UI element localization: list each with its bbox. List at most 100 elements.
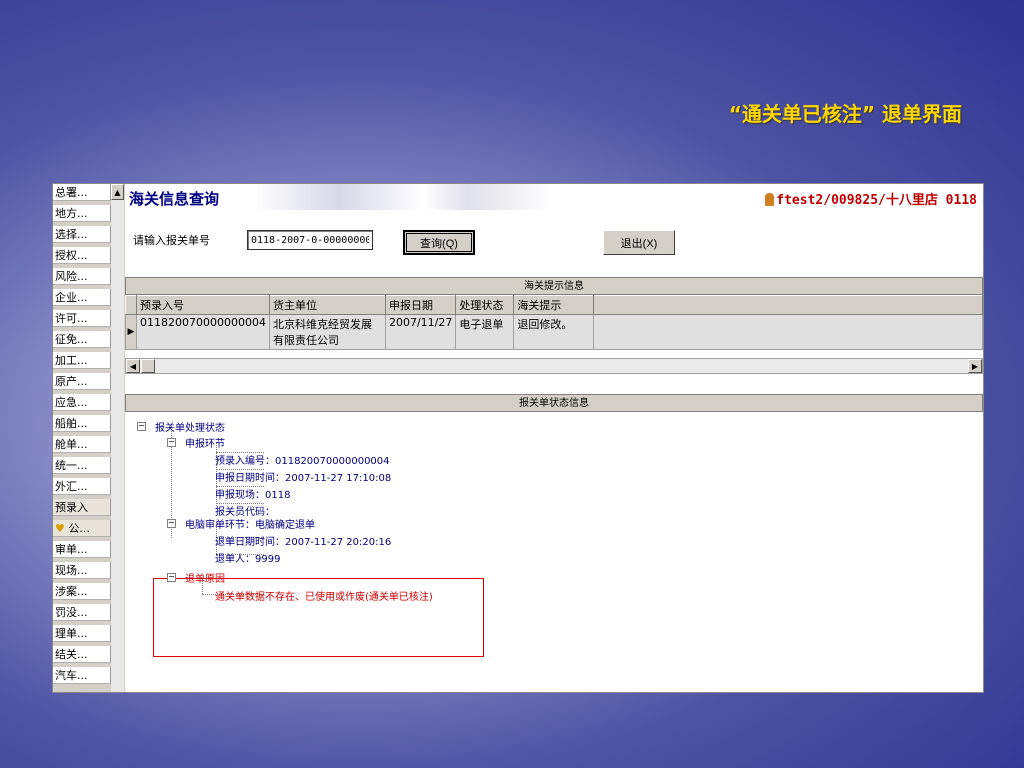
sidebar-item-label: 汽车... (55, 669, 88, 682)
tree-leaf[interactable]: 预录入编号：011820070000000004 (215, 452, 390, 467)
table-row[interactable]: ▶ 011820070000000004 北京科维克经贸发展有限责任公司 200… (125, 314, 983, 350)
sidebar-item[interactable]: 船舶... (53, 415, 111, 432)
tree-leaf[interactable]: 退单日期时间：2007-11-27 20:20:16 (215, 533, 391, 548)
sidebar-item-label: 授权... (55, 249, 88, 262)
scroll-thumb[interactable] (141, 359, 155, 373)
sidebar-item-label: 预录入 (55, 501, 88, 514)
sidebar-item-label: 船舶... (55, 417, 88, 430)
sidebar-item[interactable]: 外汇... (53, 478, 111, 495)
sidebar-item-label: 罚没... (55, 606, 88, 619)
sidebar-item-label: 审单... (55, 543, 88, 556)
query-button[interactable]: 查询(Q) (403, 230, 475, 255)
tree-leaf[interactable]: 退单人：9999 (215, 550, 280, 565)
sidebar-item[interactable]: 许可... (53, 310, 111, 327)
status-section-header: 报关单状态信息 (125, 394, 983, 412)
scroll-left-icon[interactable]: ◀ (126, 359, 140, 373)
sidebar-item-label: 结关... (55, 648, 88, 661)
sidebar-item[interactable]: 统一... (53, 457, 111, 474)
scroll-up-button[interactable]: ▲ (111, 184, 124, 200)
exit-button[interactable]: 退出(X) (603, 230, 675, 255)
table-cell[interactable]: 退回修改。 (513, 314, 595, 350)
tree-leaf[interactable]: 申报日期时间：2007-11-27 17:10:08 (215, 469, 391, 484)
table-cell[interactable]: 北京科维克经贸发展有限责任公司 (268, 314, 386, 350)
sidebar-item-label: 加工... (55, 354, 88, 367)
sidebar-item[interactable]: 现场... (53, 562, 111, 579)
table-cell[interactable]: 电子退单 (455, 314, 515, 350)
row-indicator-header (125, 295, 137, 315)
app-screenshot: 总署... 地方... 选择... 授权... 风险... 企业... 许可... 征免...… (52, 183, 984, 693)
table-cell[interactable]: 2007/11/27 (384, 314, 457, 350)
sidebar-item-label: 外汇... (55, 480, 88, 493)
status-tree: − 报关单处理状态 − 申报环节 预录入编号：01182007000000000… (125, 414, 983, 692)
sidebar-item[interactable]: ♥ 公... (53, 520, 111, 537)
declaration-number-input[interactable] (247, 230, 373, 250)
hint-section-header: 海关提示信息 (125, 277, 983, 295)
column-header[interactable]: 申报日期 (384, 295, 457, 315)
user-icon (765, 193, 775, 206)
collapse-icon[interactable]: − (167, 519, 176, 528)
collapse-icon[interactable]: − (137, 422, 146, 431)
column-header[interactable]: 货主单位 (268, 295, 386, 315)
sidebar-item[interactable]: 罚没... (53, 604, 111, 621)
column-header[interactable]: 预录入号 (136, 295, 270, 315)
sidebar-item-label: 公... (68, 522, 90, 535)
sidebar-item[interactable]: 总署... (53, 184, 111, 201)
table-cell-blank (593, 314, 983, 350)
sidebar-item[interactable]: 涉案... (53, 583, 111, 600)
sidebar-item-label: 总署... (55, 186, 88, 199)
sidebar-item[interactable]: 应急... (53, 394, 111, 411)
sidebar-item[interactable]: 征免... (53, 331, 111, 348)
collapse-icon[interactable]: − (167, 573, 176, 582)
tree-node-declare[interactable]: 申报环节 (185, 435, 225, 450)
tree-node-review[interactable]: 电脑审单环节：电脑确定退单 (185, 516, 315, 531)
left-menu: 总署... 地方... 选择... 授权... 风险... 企业... 许可... 征免...… (53, 184, 126, 692)
sidebar-item[interactable]: 加工... (53, 352, 111, 369)
sidebar-item[interactable]: 审单... (53, 541, 111, 558)
sidebar-item[interactable]: 企业... (53, 289, 111, 306)
sidebar-item-label: 企业... (55, 291, 88, 304)
sidebar-item[interactable]: 结关... (53, 646, 111, 663)
sidebar-item[interactable]: 选择... (53, 226, 111, 243)
sidebar-item[interactable]: 原产... (53, 373, 111, 390)
tree-root[interactable]: 报关单处理状态 (155, 419, 225, 434)
sidebar-item[interactable]: 预录入 (53, 499, 111, 516)
column-header-blank (593, 295, 983, 315)
user-info: ftest2/009825/十八里店 0118 (765, 189, 977, 208)
collapse-icon[interactable]: − (167, 438, 176, 447)
menu-scrollbar[interactable] (111, 200, 124, 692)
sidebar-item[interactable]: 授权... (53, 247, 111, 264)
query-label: 请输入报关单号 (133, 234, 210, 247)
sidebar-item-label: 原产... (55, 375, 88, 388)
sidebar-item[interactable]: 汽车... (53, 667, 111, 684)
scroll-right-icon[interactable]: ▶ (968, 359, 982, 373)
column-header[interactable]: 处理状态 (455, 295, 515, 315)
sidebar-item-label: 许可... (55, 312, 88, 325)
sidebar-item-label: 理单... (55, 627, 88, 640)
sidebar-item[interactable]: 舱单... (53, 436, 111, 453)
sidebar-item-label: 风险... (55, 270, 88, 283)
sidebar-item[interactable]: 风险... (53, 268, 111, 285)
tree-leaf-reason[interactable]: 通关单数据不存在、已使用或作废(通关单已核注) (215, 588, 433, 603)
user-info-text: ftest2/009825/十八里店 0118 (776, 193, 977, 208)
sidebar-item-label: 选择... (55, 228, 88, 241)
horizontal-scrollbar[interactable]: ◀ ▶ (125, 358, 983, 374)
table-cell[interactable]: 011820070000000004 (136, 314, 270, 350)
tree-leaf[interactable]: 申报现场：0118 (215, 486, 290, 501)
tree-node-reason[interactable]: 退单原因 (185, 570, 225, 585)
sidebar-item-label: 应急... (55, 396, 88, 409)
app-title-bar: 海关信息查询 ftest2/009825/十八里店 0118 (125, 184, 981, 210)
sidebar-item-label: 征免... (55, 333, 88, 346)
hint-table: 预录入号 货主单位 申报日期 处理状态 海关提示 ▶ 0118200700000… (125, 295, 983, 350)
sidebar-item-label: 涉案... (55, 585, 88, 598)
sidebar-item[interactable]: 地方... (53, 205, 111, 222)
sidebar-item[interactable]: 理单... (53, 625, 111, 642)
main-panel: 海关信息查询 ftest2/009825/十八里店 0118 请输入报关单号 查… (125, 184, 983, 692)
column-header[interactable]: 海关提示 (513, 295, 595, 315)
sidebar-item-label: 舱单... (55, 438, 88, 451)
sidebar-item-label: 现场... (55, 564, 88, 577)
current-row-arrow-icon: ▶ (125, 314, 137, 350)
app-title: 海关信息查询 (129, 190, 220, 208)
sidebar-item-label: 统一... (55, 459, 88, 472)
sidebar-item-label: 地方... (55, 207, 88, 220)
shield-icon: ♥ (55, 522, 69, 535)
